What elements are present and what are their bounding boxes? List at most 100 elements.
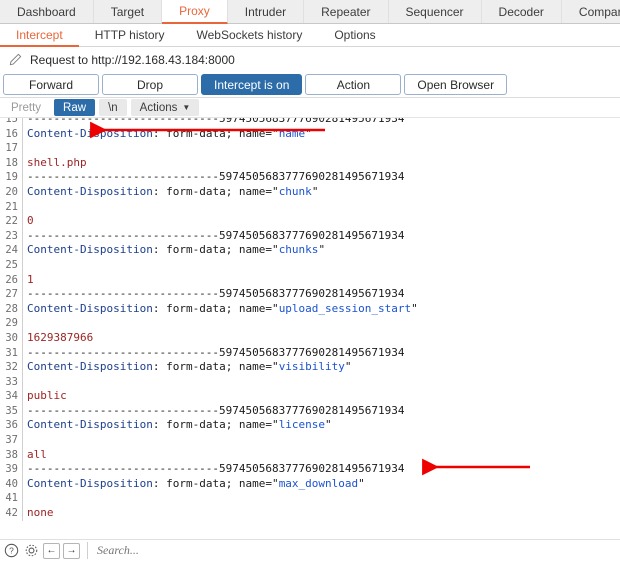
code-line[interactable]: 23 -----------------------------597450568… [0,229,620,244]
code-line[interactable]: 28 Content-Disposition: form-data; name="… [0,302,620,317]
code-line[interactable]: 33 [0,375,620,390]
code-line[interactable]: 40 Content-Disposition: form-data; name="… [0,477,620,492]
forward-button[interactable]: Forward [3,74,99,95]
code-line[interactable]: 19 -----------------------------597450568… [0,170,620,185]
main-tab-proxy[interactable]: Proxy [162,0,228,24]
line-number: 17 [5,142,18,155]
code-line[interactable]: 39 -----------------------------597450568… [0,462,620,477]
code-line[interactable]: 25 [0,258,620,273]
main-tab-intruder[interactable]: Intruder [228,0,305,23]
code-line[interactable]: 42 none [0,506,620,521]
line-number: 26 [5,273,18,286]
chevron-down-icon: ▼ [182,102,191,112]
question-icon[interactable]: ? [3,542,20,559]
code-line[interactable]: 21 [0,200,620,215]
line-number: 22 [5,215,18,228]
line-content: Content-Disposition: form-data; name="na… [27,126,312,140]
code-line[interactable]: 26 1 [0,273,620,288]
line-number: 21 [5,200,18,213]
line-number: 31 [5,346,18,359]
newline-toggle-button[interactable]: \n [99,99,127,116]
line-content [22,491,34,506]
line-content [22,375,34,390]
sub-tab-http-history[interactable]: HTTP history [79,24,181,46]
intercept-action-bar: Forward Drop Intercept is on Action Open… [0,72,620,98]
gear-icon[interactable] [23,542,40,559]
line-number: 40 [5,477,18,490]
code-line[interactable]: 29 [0,316,620,331]
code-line[interactable]: 37 [0,433,620,448]
pretty-view-button[interactable]: Pretty [2,99,50,116]
search-next-button[interactable]: → [63,542,80,559]
main-tab-sequencer[interactable]: Sequencer [389,0,482,23]
pencil-icon[interactable] [9,53,22,66]
code-line[interactable]: 15 -----------------------------597450568… [0,117,620,127]
main-tab-dashboard[interactable]: Dashboard [0,0,94,23]
line-content: 1629387966 [27,330,94,344]
editor-actions-button[interactable]: Actions ▼ [130,99,200,116]
editor-actions-label: Actions [139,101,178,114]
code-line[interactable]: 30 1629387966 [0,331,620,346]
action-button[interactable]: Action [305,74,402,95]
code-line[interactable]: 17 [0,141,620,156]
line-number: 23 [5,229,18,242]
line-content: -----------------------------59745056837… [27,287,405,301]
line-number: 28 [5,302,18,315]
line-content: Content-Disposition: form-data; name="ch… [27,184,319,198]
line-content [22,200,34,215]
line-content: Content-Disposition: form-data; name="ch… [27,243,326,257]
line-number: 15 [5,117,18,125]
editor-status-bar: ? ← → [0,539,620,561]
line-number: 42 [5,507,18,520]
code-line[interactable]: 24 Content-Disposition: form-data; name="… [0,243,620,258]
line-content [22,258,34,273]
line-content: none [27,506,54,520]
code-line[interactable]: 22 0 [0,214,620,229]
line-content [22,141,34,156]
line-content: Content-Disposition: form-data; name="up… [27,301,418,315]
code-line[interactable]: 34 public [0,389,620,404]
burp-suite-window: Dashboard Target Proxy Intruder Repeater Sequ… [0,0,620,561]
sub-tab-options[interactable]: Options [318,24,391,46]
search-prev-button[interactable]: ← [43,542,60,559]
proxy-sub-tab-bar: Intercept HTTP history WebSockets history O… [0,24,620,47]
code-line[interactable]: 38 all [0,448,620,463]
main-tab-decoder[interactable]: Decoder [482,0,562,23]
line-content: -----------------------------59745056837… [27,228,405,242]
open-browser-button[interactable]: Open Browser [404,74,508,95]
code-line[interactable]: 27 -----------------------------597450568… [0,287,620,302]
line-number: 32 [5,361,18,374]
line-content: -----------------------------59745056837… [27,462,405,476]
line-number: 24 [5,244,18,257]
svg-text:?: ? [9,546,14,556]
code-line[interactable]: 16 Content-Disposition: form-data; name="… [0,127,620,142]
code-line[interactable]: 31 -----------------------------597450568… [0,346,620,361]
drop-button[interactable]: Drop [102,74,198,95]
line-content: 1 [27,272,34,286]
line-number: 37 [5,434,18,447]
raw-view-button[interactable]: Raw [54,99,96,116]
line-number: 16 [5,127,18,140]
code-line[interactable]: 18 shell.php [0,156,620,171]
main-tab-repeater[interactable]: Repeater [304,0,389,23]
line-number: 34 [5,390,18,403]
request-editor[interactable]: 15 -----------------------------597450568… [0,117,620,521]
line-number: 33 [5,375,18,388]
line-number: 36 [5,419,18,432]
sub-tab-intercept[interactable]: Intercept [0,24,79,47]
code-line[interactable]: 41 [0,491,620,506]
line-content: Content-Disposition: form-data; name="vi… [27,360,352,374]
line-number: 27 [5,288,18,301]
line-number: 30 [5,331,18,344]
line-content: -----------------------------59745056837… [27,403,405,417]
code-line[interactable]: 32 Content-Disposition: form-data; name="… [0,360,620,375]
code-line[interactable]: 35 -----------------------------597450568… [0,404,620,419]
code-line[interactable]: 20 Content-Disposition: form-data; name="… [0,185,620,200]
line-content: 0 [27,214,34,228]
code-line[interactable]: 36 Content-Disposition: form-data; name="… [0,418,620,433]
search-input[interactable] [87,542,616,559]
main-tab-comparer[interactable]: Comparer [562,0,620,23]
sub-tab-websockets-history[interactable]: WebSockets history [181,24,319,46]
intercept-toggle-button[interactable]: Intercept is on [201,74,303,95]
main-tab-target[interactable]: Target [94,0,163,23]
